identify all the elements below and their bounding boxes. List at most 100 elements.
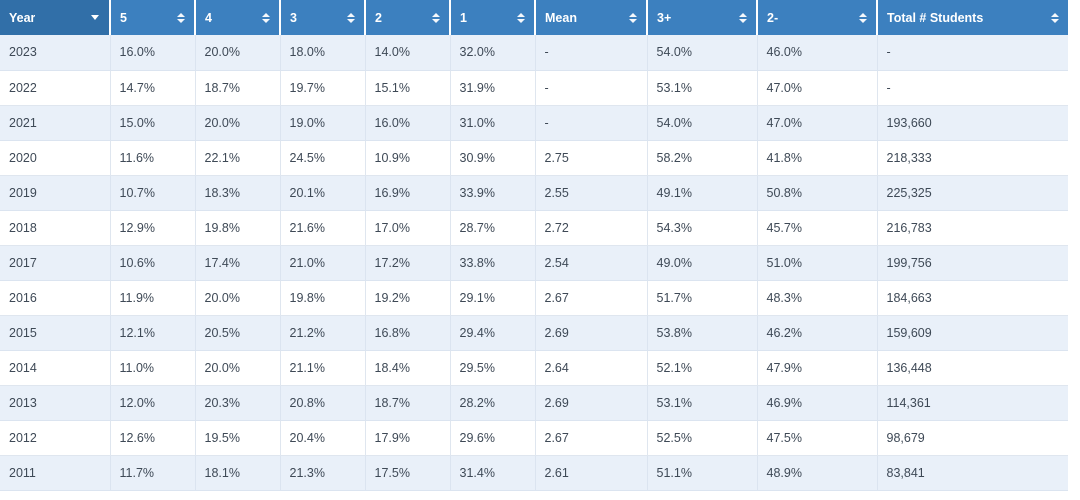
table-cell: 21.2% <box>280 315 366 351</box>
column-header-label: 2 <box>375 10 382 25</box>
table-cell: 11.9% <box>110 280 196 316</box>
table-cell: 2.54 <box>535 245 648 281</box>
column-header-total-students[interactable]: Total # Students <box>877 0 1068 35</box>
table-cell: 50.8% <box>757 175 878 211</box>
table-cell: 33.9% <box>450 175 536 211</box>
table-row: 2018 12.9% 19.8% 21.6% 17.0% 28.7% 2.72 54.3% 45… <box>0 210 1068 246</box>
table-cell: 17.0% <box>365 210 451 246</box>
table-cell-year: 2019 <box>0 175 111 211</box>
table-cell: 20.0% <box>195 105 281 141</box>
table-cell: 29.4% <box>450 315 536 351</box>
table-cell: 14.0% <box>365 35 451 71</box>
table-cell: 54.3% <box>647 210 758 246</box>
table-cell: 17.5% <box>365 455 451 491</box>
table-cell: 28.7% <box>450 210 536 246</box>
table-cell: - <box>535 105 648 141</box>
table-cell-year: 2022 <box>0 70 111 106</box>
sort-updown-icon[interactable] <box>176 11 185 25</box>
table-cell: 53.1% <box>647 70 758 106</box>
table-cell: 51.0% <box>757 245 878 281</box>
table-cell-year: 2011 <box>0 455 111 491</box>
sort-updown-icon[interactable] <box>858 11 867 25</box>
table-cell: 58.2% <box>647 140 758 176</box>
column-header-4[interactable]: 4 <box>195 0 281 35</box>
column-header-mean[interactable]: Mean <box>535 0 648 35</box>
table-cell: 10.6% <box>110 245 196 281</box>
table-cell: 17.2% <box>365 245 451 281</box>
sort-descending-arrow-icon <box>261 18 270 23</box>
table-cell: 20.0% <box>195 350 281 386</box>
sort-updown-icon[interactable] <box>1050 11 1059 25</box>
sort-descending-arrow-icon <box>346 18 355 23</box>
table-cell: 51.7% <box>647 280 758 316</box>
column-header-2[interactable]: 2 <box>365 0 451 35</box>
column-header-year[interactable]: Year <box>0 0 111 35</box>
sort-ascending-arrow-icon <box>738 12 747 17</box>
table-cell: 52.5% <box>647 420 758 456</box>
table-row: 2016 11.9% 20.0% 19.8% 19.2% 29.1% 2.67 51.7% 48… <box>0 280 1068 316</box>
table-cell: 48.3% <box>757 280 878 316</box>
sort-ascending-arrow-icon <box>261 12 270 17</box>
column-header-2[interactable]: 2- <box>757 0 878 35</box>
column-header-3[interactable]: 3 <box>280 0 366 35</box>
sort-updown-icon[interactable] <box>516 11 525 25</box>
column-header-label: Year <box>9 10 36 25</box>
table-cell: 136,448 <box>877 350 1068 386</box>
sort-descending-arrow-icon <box>858 18 867 23</box>
table-cell: 20.0% <box>195 35 281 71</box>
table-cell: 159,609 <box>877 315 1068 351</box>
table-cell: 28.2% <box>450 385 536 421</box>
table-cell-year: 2013 <box>0 385 111 421</box>
table-cell: 17.9% <box>365 420 451 456</box>
table-cell: 54.0% <box>647 35 758 71</box>
sort-ascending-arrow-icon <box>858 12 867 17</box>
table-cell: 46.9% <box>757 385 878 421</box>
table-row: 2019 10.7% 18.3% 20.1% 16.9% 33.9% 2.55 49.1% 50… <box>0 175 1068 211</box>
column-header-label: 2- <box>767 10 779 25</box>
column-header-label: Mean <box>545 10 577 25</box>
column-header-label: 1 <box>460 10 467 25</box>
table-cell: 18.4% <box>365 350 451 386</box>
column-header-5[interactable]: 5 <box>110 0 196 35</box>
table-cell: 2.61 <box>535 455 648 491</box>
table-cell: 98,679 <box>877 420 1068 456</box>
column-header-3[interactable]: 3+ <box>647 0 758 35</box>
sort-ascending-arrow-icon <box>176 12 185 17</box>
sort-updown-icon[interactable] <box>628 11 637 25</box>
sort-updown-icon[interactable] <box>261 11 270 25</box>
table-cell-year: 2018 <box>0 210 111 246</box>
column-header-1[interactable]: 1 <box>450 0 536 35</box>
table-cell: 16.0% <box>365 105 451 141</box>
table-cell: 46.2% <box>757 315 878 351</box>
table-cell: 24.5% <box>280 140 366 176</box>
table-cell: 11.6% <box>110 140 196 176</box>
table-cell: 2.72 <box>535 210 648 246</box>
sort-descending-arrow-icon <box>176 18 185 23</box>
table-cell: 20.3% <box>195 385 281 421</box>
table-cell: 32.0% <box>450 35 536 71</box>
caret-down-icon[interactable] <box>91 15 99 20</box>
table-cell: 20.5% <box>195 315 281 351</box>
table-cell: 2.69 <box>535 385 648 421</box>
table-cell: 53.1% <box>647 385 758 421</box>
table-cell: 20.4% <box>280 420 366 456</box>
sort-updown-icon[interactable] <box>346 11 355 25</box>
table-cell: 2.64 <box>535 350 648 386</box>
sort-updown-icon[interactable] <box>431 11 440 25</box>
table-cell: 30.9% <box>450 140 536 176</box>
sort-descending-arrow-icon <box>628 18 637 23</box>
sort-updown-icon[interactable] <box>738 11 747 25</box>
table-cell: 52.1% <box>647 350 758 386</box>
table-cell: 19.8% <box>195 210 281 246</box>
table-cell: 47.5% <box>757 420 878 456</box>
table-cell: 15.0% <box>110 105 196 141</box>
table-cell: 83,841 <box>877 455 1068 491</box>
table-cell: 216,783 <box>877 210 1068 246</box>
table-row: 2013 12.0% 20.3% 20.8% 18.7% 28.2% 2.69 53.1% 46… <box>0 385 1068 421</box>
table-cell: 18.3% <box>195 175 281 211</box>
column-header-label: 3 <box>290 10 297 25</box>
table-cell: 16.0% <box>110 35 196 71</box>
table-cell: 12.0% <box>110 385 196 421</box>
table-cell: 18.0% <box>280 35 366 71</box>
table-cell: 29.5% <box>450 350 536 386</box>
